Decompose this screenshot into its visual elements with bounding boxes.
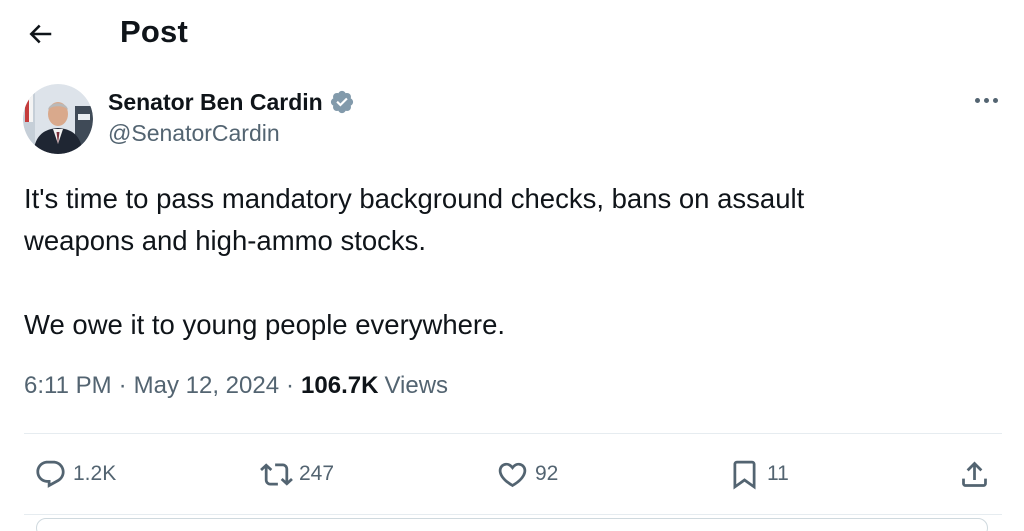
- post-time[interactable]: 6:11 PM: [24, 372, 112, 400]
- arrow-left-icon: [29, 24, 52, 44]
- share-icon: [962, 461, 987, 487]
- divider: [24, 433, 1002, 434]
- post-line: weapons and high-ammo stocks.: [24, 225, 427, 256]
- meta-separator: ·: [286, 372, 295, 399]
- more-icon-dot: [983, 97, 989, 103]
- like-button[interactable]: 92: [496, 450, 558, 498]
- action-bar: 1.2K 247 92 11: [0, 450, 1024, 498]
- back-button[interactable]: [22, 16, 58, 52]
- reply-button[interactable]: 1.2K: [34, 450, 116, 498]
- verified-badge-icon[interactable]: [329, 89, 355, 115]
- like-count: 92: [535, 462, 559, 485]
- views-label[interactable]: Views: [384, 372, 448, 400]
- more-options-button[interactable]: [966, 88, 1006, 112]
- avatar-photo: [23, 84, 93, 154]
- more-icon-dot: [992, 97, 998, 103]
- repost-count: 247: [299, 462, 335, 485]
- post-text: It's time to pass mandatory background c…: [24, 178, 984, 346]
- reply-icon: [36, 460, 65, 488]
- bookmark-button[interactable]: 11: [728, 450, 789, 498]
- post-meta: 6:11 PM · May 12, 2024 · 106.7K Views: [24, 372, 448, 400]
- repost-icon: [260, 462, 293, 486]
- post-line: It's time to pass mandatory background c…: [24, 183, 805, 214]
- bookmark-count: 11: [767, 462, 789, 485]
- author-block: Senator Ben Cardin @SenatorCardin: [108, 86, 355, 147]
- share-button[interactable]: [958, 450, 991, 498]
- divider: [24, 514, 1002, 515]
- heart-icon: [498, 462, 527, 487]
- post-header: Post: [0, 0, 1024, 66]
- bookmark-icon: [733, 460, 756, 490]
- reply-composer-edge[interactable]: [36, 518, 988, 531]
- views-count[interactable]: 106.7K: [301, 372, 378, 400]
- reply-count: 1.2K: [73, 462, 117, 485]
- post-line: We owe it to young people everywhere.: [24, 309, 506, 340]
- more-icon: [974, 97, 980, 103]
- meta-separator: ·: [118, 372, 127, 399]
- avatar[interactable]: [23, 84, 93, 154]
- author-name[interactable]: Senator Ben Cardin: [108, 89, 323, 116]
- page-title: Post: [120, 14, 188, 49]
- post-date[interactable]: May 12, 2024: [134, 372, 279, 400]
- author-handle[interactable]: @SenatorCardin: [108, 120, 355, 147]
- repost-button[interactable]: 247: [260, 450, 334, 498]
